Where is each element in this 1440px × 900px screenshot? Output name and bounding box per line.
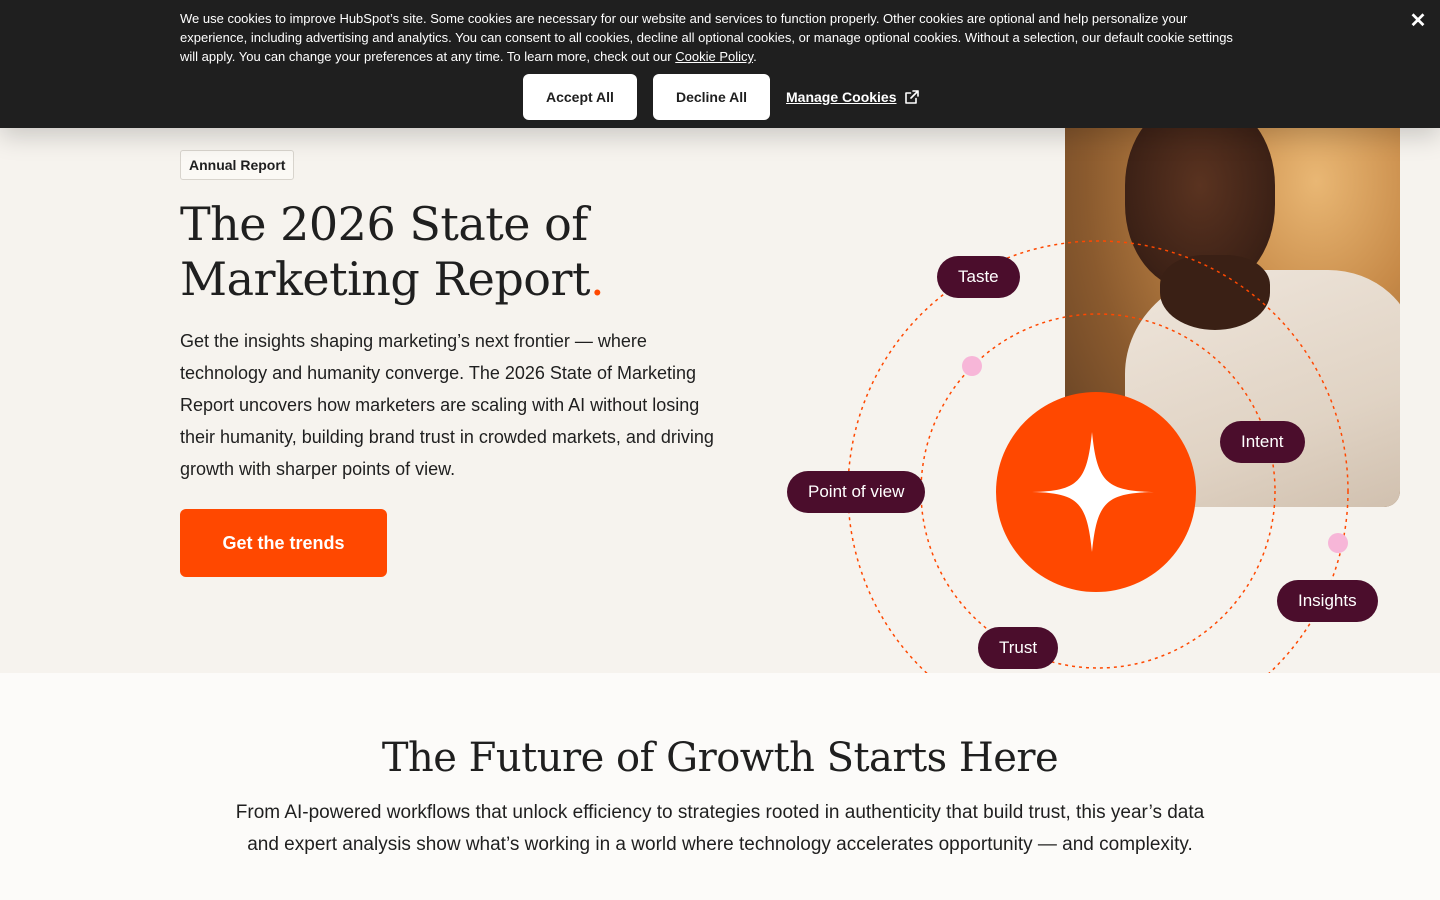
cookie-actions: Accept All Decline All Manage Cookies xyxy=(523,74,919,120)
page-title-text: The 2026 State of Marketing Report xyxy=(180,197,590,306)
section-description: From AI-powered workflows that unlock ef… xyxy=(235,802,1205,855)
future-of-growth-section: The Future of Growth Starts Here From AI… xyxy=(0,673,1440,900)
page-title: The 2026 State of Marketing Report. xyxy=(180,197,760,307)
pill-point-of-view: Point of view xyxy=(787,471,926,513)
annual-report-badge: Annual Report xyxy=(180,150,295,180)
manage-cookies-label: Manage Cookies xyxy=(786,89,897,105)
get-the-trends-button[interactable]: Get the trends xyxy=(180,509,387,577)
close-icon[interactable]: ✕ xyxy=(1406,9,1430,33)
pill-insights: Insights xyxy=(1277,580,1378,622)
orbit-dot-pink xyxy=(962,356,982,376)
cookie-policy-link[interactable]: Cookie Policy xyxy=(675,49,753,64)
pill-intent: Intent xyxy=(1220,421,1305,463)
hero-description: Get the insights shaping marketing’s nex… xyxy=(180,331,714,479)
section-title: The Future of Growth Starts Here xyxy=(381,735,1059,781)
cookie-text: We use cookies to improve HubSpot’s site… xyxy=(180,9,1240,66)
cookie-period: . xyxy=(753,49,757,64)
accept-all-button[interactable]: Accept All xyxy=(523,74,637,120)
external-link-icon xyxy=(904,90,919,104)
decline-all-button[interactable]: Decline All xyxy=(652,74,771,120)
manage-cookies-link[interactable]: Manage Cookies xyxy=(786,89,919,105)
title-accent-dot: . xyxy=(589,252,605,306)
cookie-banner: We use cookies to improve HubSpot’s site… xyxy=(0,0,1440,128)
pill-trust: Trust xyxy=(978,627,1059,669)
pill-taste: Taste xyxy=(937,256,1020,298)
orbit-dot-pink xyxy=(1328,533,1348,553)
